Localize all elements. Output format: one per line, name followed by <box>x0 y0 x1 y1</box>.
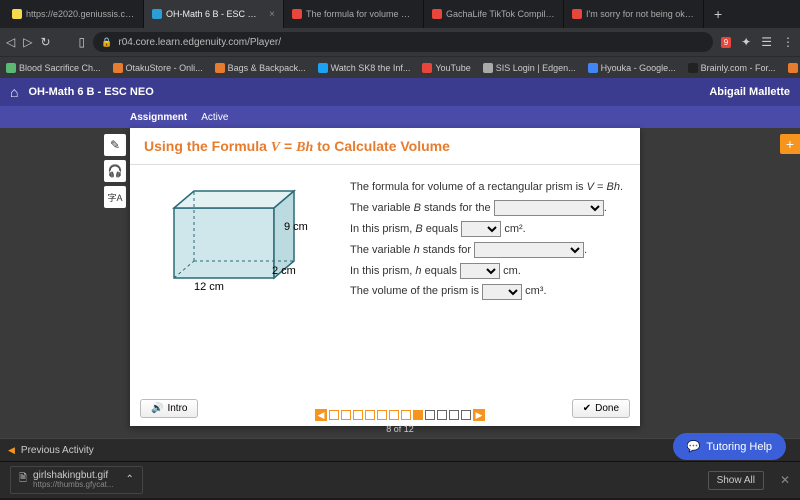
speaker-icon: 🔊 <box>151 403 163 414</box>
new-tab-button[interactable]: + <box>704 0 732 28</box>
pager-label: 8 of 12 <box>386 424 414 434</box>
bookmarks-bar: Blood Sacrifice Ch... OtakuStore - Onli..… <box>0 56 800 78</box>
tab-assignment[interactable]: Assignment <box>130 112 187 123</box>
select-h-value[interactable] <box>460 263 500 279</box>
close-downloads-icon[interactable]: ✕ <box>780 473 790 487</box>
pager-step <box>461 410 471 420</box>
pager-step <box>437 410 447 420</box>
tab-active[interactable]: Active <box>201 112 228 123</box>
browser-tab[interactable]: OH-Math 6 B - ESC NEO - Edg× <box>144 0 284 28</box>
browser-navbar: ◁ ▷ ↻ ▯ 🔒 r04.core.learn.edgenuity.com/P… <box>0 28 800 56</box>
downloads-bar: 🗎 girlshakingbut.gif https://thumbs.gfyc… <box>0 462 800 498</box>
forward-button[interactable]: ▷ <box>23 35 32 49</box>
stage: ✎ 🎧 字A + Using the Formula V = Bh to Cal… <box>0 128 800 438</box>
pager: ◀ ▶ 8 of 12 <box>315 409 485 434</box>
extension-badge[interactable]: 9 <box>721 37 731 48</box>
dim-width: 2 cm <box>272 265 296 277</box>
bookmark-item[interactable]: Hyouka - Google... <box>588 63 676 73</box>
file-icon: 🗎 <box>19 471 27 488</box>
menu-icon[interactable]: ⋮ <box>782 35 794 49</box>
question-panel: The formula for volume of a rectangular … <box>350 173 623 313</box>
pager-step[interactable] <box>413 410 423 420</box>
select-b-value[interactable] <box>461 221 501 237</box>
dim-length: 12 cm <box>194 281 224 293</box>
bookmark-item[interactable]: OtakuStore - Onli... <box>113 63 203 73</box>
browser-tab[interactable]: I'm sorry for not being okay. (s <box>564 0 704 28</box>
select-volume[interactable] <box>482 284 522 300</box>
pager-prev[interactable]: ◀ <box>315 409 327 421</box>
back-button[interactable]: ◁ <box>6 35 15 49</box>
bookmark-item[interactable]: Brainly.com - For... <box>688 63 776 73</box>
course-title: OH-Math 6 B - ESC NEO <box>28 86 153 98</box>
pager-step[interactable] <box>341 410 351 420</box>
pager-step[interactable] <box>365 410 375 420</box>
reload-button[interactable]: ↻ <box>40 35 50 49</box>
download-source: https://thumbs.gfycat... <box>33 481 113 490</box>
bookmark-item[interactable]: Watch SK8 the Inf... <box>318 63 411 73</box>
prism-figure: 9 cm 2 cm 12 cm <box>144 173 334 313</box>
browser-tab[interactable]: The formula for volume of a rectan <box>284 0 424 28</box>
home-icon[interactable]: ⌂ <box>10 84 18 100</box>
bookmark-item[interactable]: YouTube <box>422 63 470 73</box>
pager-step[interactable] <box>329 410 339 420</box>
browser-tabstrip: https://e2020.geniussis.com/FEDOH-Math 6… <box>0 0 800 28</box>
select-b-meaning[interactable] <box>494 200 604 216</box>
prism-svg <box>164 183 334 313</box>
highlighter-tool[interactable]: ✎ <box>104 134 126 156</box>
show-all-button[interactable]: Show All <box>708 471 764 490</box>
chat-icon: 💬 <box>687 440 701 453</box>
lesson-title: Using the Formula V = Bh to Calculate Vo… <box>130 128 640 165</box>
browser-tab[interactable]: GachaLife TikTok Compilation #210 <box>424 0 564 28</box>
tutoring-help-button[interactable]: 💬Tutoring Help <box>673 433 786 460</box>
chevron-up-icon[interactable]: ⌃ <box>126 474 134 485</box>
done-button[interactable]: ✔Done <box>572 399 630 418</box>
pager-step[interactable] <box>353 410 363 420</box>
translate-tool[interactable]: 字A <box>104 186 126 208</box>
lesson-card: Using the Formula V = Bh to Calculate Vo… <box>130 128 640 426</box>
equalizer-icon[interactable]: ☰ <box>761 35 772 49</box>
url-text: r04.core.learn.edgenuity.com/Player/ <box>118 37 281 48</box>
pager-step[interactable] <box>389 410 399 420</box>
intro-button[interactable]: 🔊Intro <box>140 399 198 418</box>
add-note-button[interactable]: + <box>780 134 800 154</box>
bookmark-item[interactable]: Blood Sacrifice Ch... <box>6 63 101 73</box>
chevron-left-icon: ◀ <box>8 445 15 456</box>
address-bar[interactable]: 🔒 r04.core.learn.edgenuity.com/Player/ <box>93 32 713 52</box>
dim-height: 9 cm <box>284 221 308 233</box>
check-icon: ✔ <box>583 403 591 414</box>
sub-header: Assignment Active <box>0 106 800 128</box>
pager-step <box>449 410 459 420</box>
select-h-meaning[interactable] <box>474 242 584 258</box>
user-name[interactable]: Abigail Mallette <box>709 86 790 98</box>
download-item[interactable]: 🗎 girlshakingbut.gif https://thumbs.gfyc… <box>10 466 143 494</box>
lock-icon: 🔒 <box>101 37 112 48</box>
bookmark-item[interactable]: Bags & Backpack... <box>215 63 306 73</box>
pager-step <box>425 410 435 420</box>
bookmark-item[interactable]: SIS Login | Edgen... <box>483 63 576 73</box>
pager-next[interactable]: ▶ <box>473 409 485 421</box>
bookmark-item[interactable]: Shimeji Directory (... <box>788 63 800 73</box>
browser-tab[interactable]: https://e2020.geniussis.com/FED <box>4 0 144 28</box>
tool-palette: ✎ 🎧 字A <box>104 134 126 208</box>
extensions-icon[interactable]: ✦ <box>741 35 751 49</box>
pager-step[interactable] <box>401 410 411 420</box>
reading-list-icon[interactable]: ▯ <box>79 35 86 49</box>
pager-step[interactable] <box>377 410 387 420</box>
audio-tool[interactable]: 🎧 <box>104 160 126 182</box>
app-header: ⌂ OH-Math 6 B - ESC NEO Abigail Mallette <box>0 78 800 106</box>
